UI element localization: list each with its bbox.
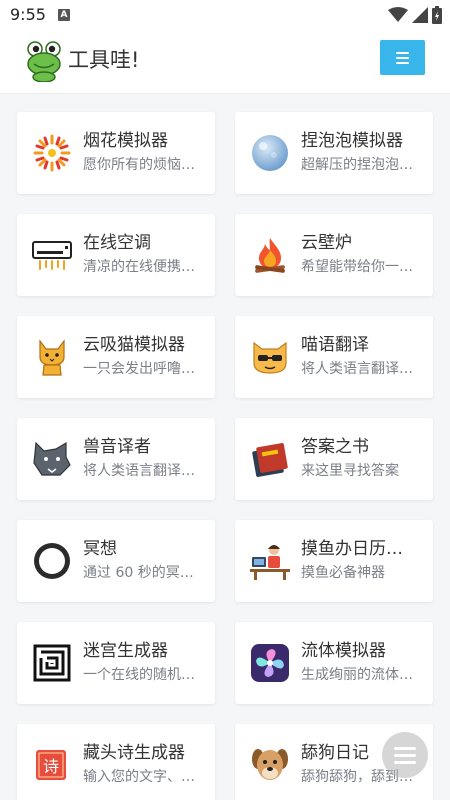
tool-card-fireworks[interactable]: 烟花模拟器 愿你所有的烦恼都像烟花一样 xyxy=(17,112,215,194)
status-time: 9:55 xyxy=(10,5,46,24)
poem-icon: 诗 xyxy=(32,745,72,785)
notification-a-icon: A xyxy=(58,9,70,21)
tool-desc: 来这里寻找答案 xyxy=(301,463,399,479)
tool-desc: 将人类语言翻译成喵语 xyxy=(301,361,417,377)
tool-title: 答案之书 xyxy=(301,437,369,457)
tool-desc: 愿你所有的烦恼都像烟花一样 xyxy=(83,157,199,173)
wolf-icon xyxy=(32,439,72,479)
tool-title: 云吸猫模拟器 xyxy=(83,335,185,355)
meditation-icon xyxy=(32,541,72,581)
tool-card-air-conditioner[interactable]: 在线空调 清凉的在线便携空调 xyxy=(17,214,215,296)
tool-title: 烟花模拟器 xyxy=(83,131,168,151)
tool-title: 冥想 xyxy=(83,539,117,559)
wifi-icon xyxy=(388,7,408,22)
maze-icon xyxy=(32,643,72,683)
tool-desc: 生成绚丽的流体动画 xyxy=(301,667,417,683)
tool-card-fluid[interactable]: 流体模拟器 生成绚丽的流体动画 xyxy=(235,622,433,704)
tool-card-slack-calendar[interactable]: 摸鱼办日历… 摸鱼必备神器 xyxy=(235,520,433,602)
tool-desc: 一只会发出呼噜声的猫 xyxy=(83,361,199,377)
book-icon xyxy=(250,439,290,479)
tool-card-bubble[interactable]: 捏泡泡模拟器 超解压的捏泡泡模拟器 xyxy=(235,112,433,194)
tool-card-cat[interactable]: 云吸猫模拟器 一只会发出呼噜声的猫 xyxy=(17,316,215,398)
tool-desc: 希望能带给你一丝温暖 xyxy=(301,259,417,275)
hamburger-bar xyxy=(396,56,409,59)
tool-desc: 清凉的在线便携空调 xyxy=(83,259,199,275)
tool-title: 舔狗日记 xyxy=(301,743,369,763)
tool-card-cat-translate[interactable]: 喵语翻译 将人类语言翻译成喵语 xyxy=(235,316,433,398)
tool-title: 喵语翻译 xyxy=(301,335,369,355)
tool-title: 摸鱼办日历… xyxy=(301,539,403,559)
tool-desc: 一个在线的随机迷宫生成器 xyxy=(83,667,199,683)
cool-cat-icon xyxy=(250,337,290,377)
frog-logo-icon xyxy=(27,41,61,82)
tool-card-maze[interactable]: 迷宫生成器 一个在线的随机迷宫生成器 xyxy=(17,622,215,704)
tool-card-beast-sound[interactable]: 兽音译者 将人类语言翻译成兽音 xyxy=(17,418,215,500)
tool-title: 迷宫生成器 xyxy=(83,641,168,661)
tool-title: 捏泡泡模拟器 xyxy=(301,131,403,151)
fluid-icon xyxy=(250,643,290,683)
tool-card-answer-book[interactable]: 答案之书 来这里寻找答案 xyxy=(235,418,433,500)
tool-desc: 摸鱼必备神器 xyxy=(301,565,385,581)
tool-card-fireplace[interactable]: 云壁炉 希望能带给你一丝温暖 xyxy=(235,214,433,296)
fireplace-icon xyxy=(250,235,290,275)
tool-title: 藏头诗生成器 xyxy=(83,743,185,763)
menu-button[interactable] xyxy=(380,40,425,75)
tool-desc: 输入您的文字、生成藏头诗 xyxy=(83,769,199,785)
svg-text:诗: 诗 xyxy=(43,757,59,776)
system-icons xyxy=(388,6,442,24)
floating-menu-icon xyxy=(394,746,416,750)
desk-worker-icon xyxy=(250,541,290,581)
tool-desc: 超解压的捏泡泡模拟器 xyxy=(301,157,417,173)
fireworks-icon xyxy=(32,133,72,173)
battery-icon xyxy=(432,6,442,24)
hamburger-menu-icon xyxy=(396,51,409,54)
tool-desc: 将人类语言翻译成兽音 xyxy=(83,463,199,479)
signal-icon xyxy=(412,7,428,23)
app-header: 工具哇! xyxy=(0,30,450,94)
app-title: 工具哇! xyxy=(68,48,140,72)
floating-menu-button[interactable] xyxy=(382,732,428,778)
tool-card-meditation[interactable]: 冥想 通过 60 秒的冥想放松自己 xyxy=(17,520,215,602)
tool-card-poem[interactable]: 诗 藏头诗生成器 输入您的文字、生成藏头诗 xyxy=(17,724,215,800)
bubble-icon xyxy=(250,133,290,173)
floating-menu-bar xyxy=(394,753,416,757)
air-conditioner-icon xyxy=(32,235,72,275)
tool-title: 兽音译者 xyxy=(83,437,151,457)
floating-menu-bar xyxy=(394,760,416,764)
cat-icon xyxy=(32,337,72,377)
dog-icon xyxy=(250,745,290,785)
hamburger-bar xyxy=(396,61,409,64)
tool-title: 流体模拟器 xyxy=(301,641,386,661)
tool-title: 在线空调 xyxy=(83,233,151,253)
tool-desc: 通过 60 秒的冥想放松自己 xyxy=(83,565,199,581)
tool-title: 云壁炉 xyxy=(301,233,352,253)
status-bar: 9:55 A xyxy=(0,0,450,30)
